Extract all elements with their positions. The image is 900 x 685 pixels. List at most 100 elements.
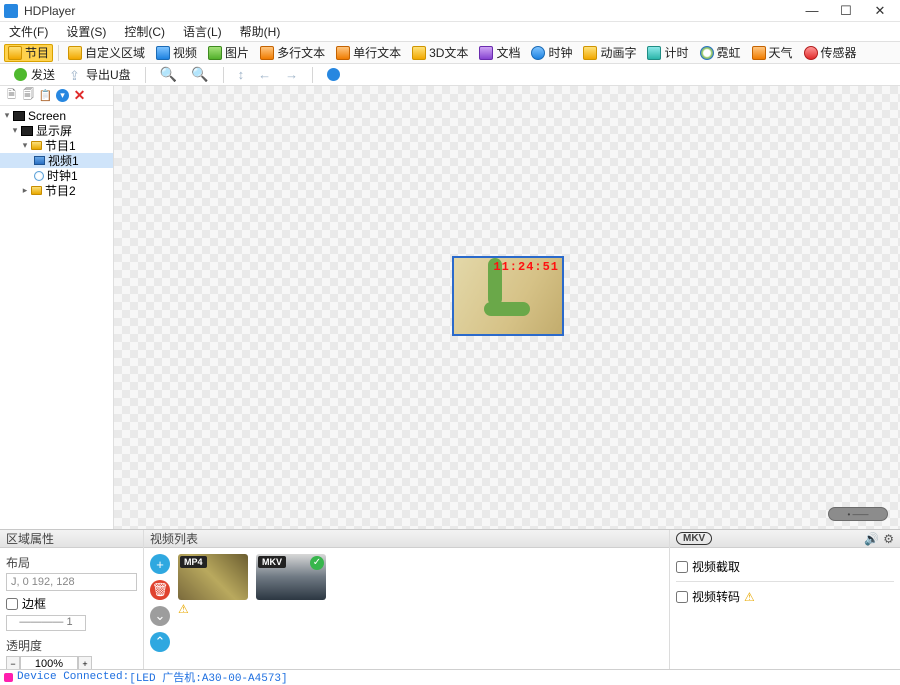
opacity-input[interactable]	[20, 656, 78, 669]
ribbon-clock[interactable]: 时钟	[527, 44, 576, 62]
preview-region[interactable]: 11:24:51	[452, 256, 564, 336]
play-icon	[327, 68, 340, 81]
zoom-in-button[interactable]: 🔍	[154, 65, 183, 84]
image-icon	[208, 46, 222, 60]
tree-delete-button[interactable]: ✕	[72, 88, 87, 103]
display-icon	[21, 126, 33, 136]
ribbon-program[interactable]: 节目	[4, 44, 53, 62]
tree: ▾Screen ▾显示屏 ▾节目1 视频1 时钟1 ▸节目2	[0, 106, 113, 529]
opacity-inc-button[interactable]: +	[78, 656, 92, 669]
nav-prev-button[interactable]: ←	[252, 66, 277, 83]
export-usb-button[interactable]: ⇪导出U盘	[63, 65, 137, 84]
tree-toolbar: 🗎 🗐 📋 ▾ ✕	[0, 86, 113, 106]
ribbon-video[interactable]: 视频	[152, 44, 201, 62]
custom-area-icon	[68, 46, 82, 60]
maximize-button[interactable]: ☐	[830, 1, 862, 21]
warning-icon: ⚠	[178, 602, 189, 616]
export-icon: ⇪	[69, 68, 82, 81]
video-list-panel: 视频列表 + 🗑 ⌄ ⌃ MP4 ⚠ MKV ✓	[144, 530, 670, 669]
area-properties-panel: 区域属性 布局 J, 0 192, 128 边框 ———— 1 透明度 − +	[0, 530, 144, 669]
transcode-checkbox[interactable]	[676, 591, 688, 603]
thumb-image: MKV ✓	[256, 554, 326, 600]
app-icon	[4, 4, 18, 18]
sidebar: 🗎 🗐 📋 ▾ ✕ ▾Screen ▾显示屏 ▾节目1 视频1 时钟1 ▸节目2	[0, 86, 114, 529]
format-badge: MKV	[258, 556, 286, 568]
ribbon-custom-area[interactable]: 自定义区域	[64, 44, 149, 62]
send-button[interactable]: 发送	[8, 65, 61, 84]
clock-icon	[531, 46, 545, 60]
ribbon-timer[interactable]: 计时	[643, 44, 692, 62]
tree-node-display[interactable]: ▾显示屏	[0, 123, 113, 138]
ribbon-toolbar: 节目 自定义区域 视频 图片 多行文本 单行文本 3D文本 文档 时钟 动画字 …	[0, 42, 900, 64]
ribbon-multi-text[interactable]: 多行文本	[256, 44, 329, 62]
timer-icon	[647, 46, 661, 60]
canvas[interactable]: 11:24:51 • ——	[114, 86, 900, 529]
tree-node-program2[interactable]: ▸节目2	[0, 183, 113, 198]
multitext-icon	[260, 46, 274, 60]
tree-paste-button[interactable]: 📋	[38, 88, 53, 103]
vlist-move-up-button[interactable]: ⌃	[150, 632, 170, 652]
send-icon	[14, 68, 27, 81]
tree-node-program1[interactable]: ▾节目1	[0, 138, 113, 153]
title-bar: HDPlayer — ☐ ✕	[0, 0, 900, 22]
nav-next-button[interactable]: →	[279, 66, 304, 83]
menu-settings[interactable]: 设置(S)	[61, 23, 111, 40]
ribbon-sensor[interactable]: 传感器	[800, 44, 861, 62]
singletext-icon	[336, 46, 350, 60]
zoom-out-icon: 🔍	[191, 66, 208, 83]
warning-icon: ⚠	[744, 590, 755, 604]
border-style-select[interactable]: ———— 1	[6, 615, 86, 631]
ribbon-single-text[interactable]: 单行文本	[332, 44, 405, 62]
status-bar: Device Connected: [LED 广告机:A30-00-A4573]	[0, 669, 900, 684]
transcode-label: 视频转码	[692, 588, 740, 605]
tree-node-clock1[interactable]: 时钟1	[0, 168, 113, 183]
align-left-button[interactable]: ↕	[232, 66, 251, 83]
video-thumb-1[interactable]: MP4 ⚠	[178, 554, 248, 616]
tree-new-button[interactable]: 🗎	[4, 88, 19, 103]
ribbon-neon[interactable]: 霓虹	[696, 44, 745, 62]
zoom-indicator[interactable]: • ——	[828, 507, 888, 521]
border-checkbox[interactable]	[6, 598, 18, 610]
audio-icon[interactable]: 🔊	[864, 532, 879, 546]
status-dot-icon	[4, 673, 13, 682]
ribbon-doc[interactable]: 文档	[475, 44, 524, 62]
menu-bar: 文件(F) 设置(S) 控制(C) 语言(L) 帮助(H)	[0, 22, 900, 42]
video-list-tools: + 🗑 ⌄ ⌃	[150, 554, 170, 652]
crop-checkbox[interactable]	[676, 561, 688, 573]
vlist-add-button[interactable]: +	[150, 554, 170, 574]
vlist-delete-button[interactable]: 🗑	[150, 580, 170, 600]
delete-icon: ✕	[74, 87, 86, 104]
ribbon-anim[interactable]: 动画字	[579, 44, 640, 62]
text3d-icon	[412, 46, 426, 60]
ribbon-weather[interactable]: 天气	[748, 44, 797, 62]
video-thumb-2[interactable]: MKV ✓	[256, 554, 326, 616]
vlist-move-down-button[interactable]: ⌄	[150, 606, 170, 626]
tree-node-video1[interactable]: 视频1	[0, 153, 113, 168]
tree-node-screen[interactable]: ▾Screen	[0, 108, 113, 123]
border-label: 边框	[22, 595, 46, 612]
settings-icon[interactable]: ⚙	[883, 532, 894, 546]
play-button[interactable]	[321, 67, 346, 82]
ribbon-image[interactable]: 图片	[204, 44, 253, 62]
tree-copy-button[interactable]: 🗐	[21, 88, 36, 103]
align-left-icon: ↕	[238, 67, 245, 82]
menu-language[interactable]: 语言(L)	[178, 23, 227, 40]
ribbon-3d-text[interactable]: 3D文本	[408, 44, 472, 62]
program-node-icon	[31, 186, 42, 195]
minimize-button[interactable]: —	[796, 1, 828, 21]
opacity-dec-button[interactable]: −	[6, 656, 20, 669]
thumb-image: MP4	[178, 554, 248, 600]
status-device-label: [LED 广告机:A30-00-A4573]	[129, 669, 287, 685]
opacity-label: 透明度	[6, 637, 137, 654]
zoom-out-button[interactable]: 🔍	[185, 65, 214, 84]
tree-add-button[interactable]: ▾	[55, 88, 70, 103]
menu-file[interactable]: 文件(F)	[4, 23, 53, 40]
menu-control[interactable]: 控制(C)	[119, 23, 170, 40]
zoom-in-icon: 🔍	[160, 66, 177, 83]
format-pill: MKV	[676, 532, 712, 545]
menu-help[interactable]: 帮助(H)	[235, 23, 286, 40]
opacity-spinner: − +	[6, 656, 137, 669]
coords-input[interactable]: J, 0 192, 128	[6, 573, 137, 591]
close-button[interactable]: ✕	[864, 1, 896, 21]
video-node-icon	[34, 156, 45, 165]
